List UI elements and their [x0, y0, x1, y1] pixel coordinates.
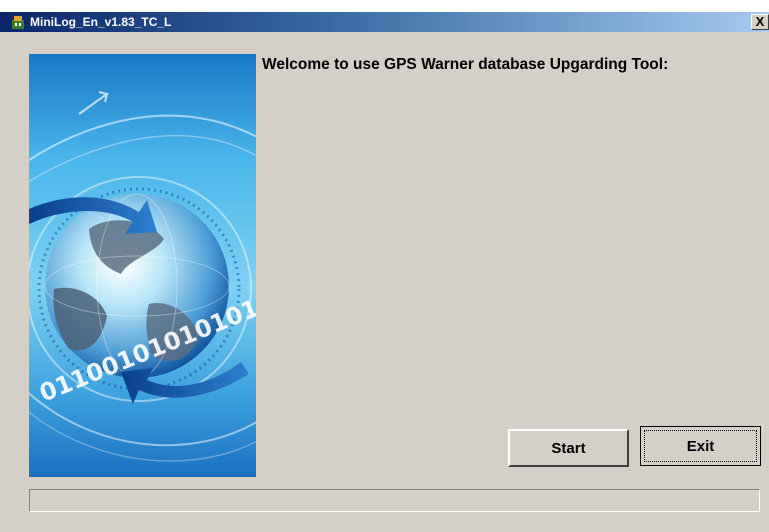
progress-bar [29, 489, 760, 512]
start-button[interactable]: Start [508, 429, 629, 467]
globe-banner-image: 0110010101010100110 [29, 54, 256, 477]
title-bar[interactable]: MiniLog_En_v1.83_TC_L X [0, 12, 769, 32]
globe-illustration: 0110010101010100110 [29, 54, 256, 477]
app-icon [12, 16, 24, 29]
window-title: MiniLog_En_v1.83_TC_L [30, 15, 172, 29]
main-window: MiniLog_En_v1.83_TC_L X Welcome to use G… [0, 12, 769, 532]
exit-button[interactable]: Exit [640, 426, 761, 466]
exit-button-label: Exit [686, 437, 715, 455]
close-icon: X [755, 14, 765, 29]
welcome-heading: Welcome to use GPS Warner database Upgar… [262, 56, 669, 73]
close-button[interactable]: X [751, 14, 769, 30]
start-button-label: Start [551, 439, 586, 457]
exit-focus-rect: Exit [644, 430, 757, 462]
